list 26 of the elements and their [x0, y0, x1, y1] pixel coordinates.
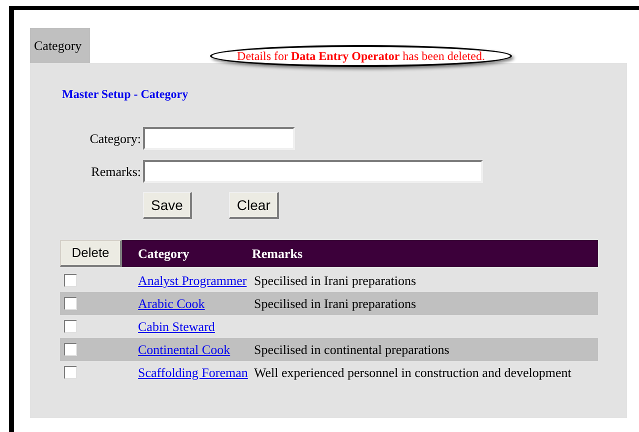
- column-header: Remarks: [252, 244, 303, 263]
- checkbox[interactable]: [64, 320, 77, 333]
- input-field[interactable]: [143, 127, 295, 150]
- table-cell-text: Well experienced personnel in construction and development: [254, 364, 572, 382]
- checkbox[interactable]: [64, 366, 77, 379]
- checkbox[interactable]: [64, 274, 77, 287]
- category-link[interactable]: Analyst Programmer: [138, 272, 247, 288]
- table-cell-text: Specilised in continental preparations: [254, 340, 450, 359]
- category-link[interactable]: Scaffolding Foreman: [138, 364, 248, 380]
- category-link[interactable]: Cabin Steward: [138, 318, 215, 334]
- clear-button[interactable]: Clear: [228, 192, 280, 219]
- column-header: Category: [138, 244, 190, 263]
- section-title: Master Setup - Category: [62, 86, 188, 103]
- tab[interactable]: Category: [30, 28, 90, 63]
- field-label: Category:: [88, 130, 141, 148]
- delete-button[interactable]: Delete: [60, 240, 122, 267]
- table-cell-text: Specilised in Irani preparations: [254, 294, 416, 313]
- category-link[interactable]: Arabic Cook: [138, 296, 205, 311]
- checkbox[interactable]: [64, 343, 77, 356]
- category-link[interactable]: Continental Cook: [138, 342, 230, 357]
- input-field[interactable]: [143, 160, 483, 183]
- field-label: Remarks:: [90, 162, 141, 181]
- status-message: Details for Data Entry Operator has been deleted.: [210, 45, 512, 67]
- table-cell-text: Specilised in Irani preparations: [254, 272, 416, 290]
- checkbox[interactable]: [64, 297, 77, 310]
- save-button[interactable]: Save: [143, 192, 192, 219]
